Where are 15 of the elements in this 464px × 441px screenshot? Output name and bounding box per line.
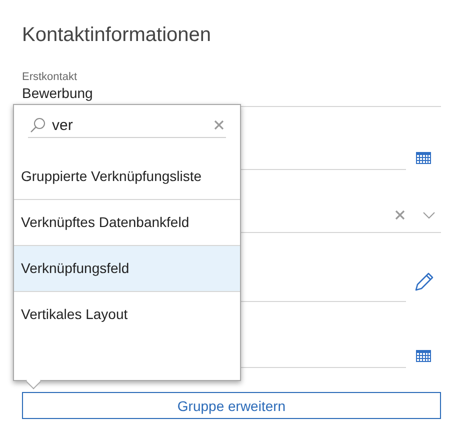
section-title: Kontaktinformationen [22, 23, 212, 48]
field-label: Erstkontakt [22, 71, 78, 83]
chevron-down-icon[interactable] [423, 212, 435, 218]
field-value[interactable]: Bewerbung [22, 86, 93, 101]
pencil-icon[interactable] [414, 272, 434, 292]
clear-icon[interactable] [395, 210, 405, 220]
menu-item[interactable]: Verknüpfungsfeld [14, 246, 240, 292]
clear-icon[interactable] [214, 120, 224, 130]
search-field[interactable]: ver [52, 116, 208, 134]
calendar-icon[interactable] [416, 350, 431, 362]
expand-group-button[interactable]: Gruppe erweitern [22, 392, 441, 419]
menu-item[interactable]: Gruppierte Verknüpfungsliste [14, 154, 240, 200]
calendar-icon[interactable] [416, 152, 431, 164]
search-icon [30, 117, 46, 133]
menu-item[interactable]: Vertikales Layout [14, 292, 240, 337]
